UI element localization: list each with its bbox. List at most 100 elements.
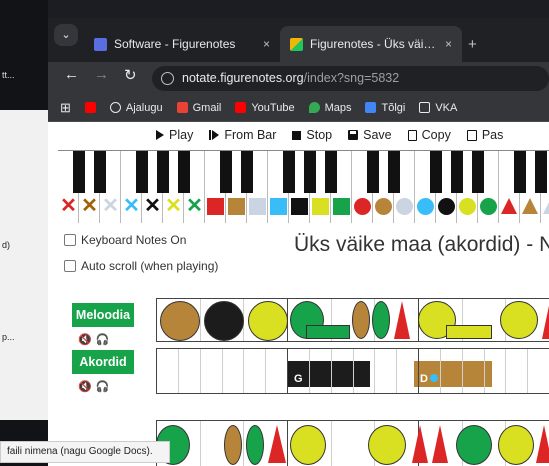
melody-note-circle[interactable]: [498, 425, 534, 465]
piano-black-key[interactable]: [241, 151, 253, 193]
melody-note-circle[interactable]: [160, 301, 200, 341]
close-tab-icon[interactable]: ×: [445, 37, 452, 51]
chords-staff[interactable]: G D: [156, 348, 549, 394]
melody-note-circle[interactable]: [352, 301, 370, 339]
melody-note-duration-bar[interactable]: [306, 325, 350, 339]
headphones-icon[interactable]: 🎧: [96, 380, 110, 393]
piano-black-key[interactable]: [451, 151, 463, 193]
auto-scroll-label: Auto scroll (when playing): [81, 259, 219, 273]
melody-note-circle[interactable]: [290, 425, 326, 465]
melody-staff[interactable]: [156, 298, 549, 342]
headphones-icon[interactable]: 🎧: [96, 333, 110, 346]
piano-keyboard[interactable]: ✕ ✕ ✕ ✕ ✕ ✕ ✕: [58, 150, 549, 224]
note-cross-icon: ✕: [102, 195, 119, 217]
lower-staff[interactable]: [156, 420, 549, 466]
bookmark-translate[interactable]: Tõlgi: [365, 102, 405, 114]
forward-arrow-icon[interactable]: →: [94, 66, 109, 83]
from-bar-button[interactable]: From Bar: [209, 128, 276, 142]
melody-note-circle[interactable]: [246, 425, 264, 465]
back-arrow-icon[interactable]: ←: [64, 66, 79, 83]
piano-black-key[interactable]: [73, 151, 85, 193]
piano-black-key[interactable]: [325, 151, 337, 193]
mute-icon[interactable]: 🔇: [78, 380, 92, 393]
note-circle-icon: [459, 198, 476, 215]
auto-scroll-checkbox[interactable]: [64, 260, 76, 272]
melody-note-triangle[interactable]: [536, 425, 549, 463]
melody-note-duration-bar[interactable]: [446, 325, 492, 339]
copy-label: Copy: [421, 128, 451, 142]
piano-black-key[interactable]: [430, 151, 442, 193]
melody-note-triangle[interactable]: [394, 301, 410, 339]
beat-line: [308, 349, 310, 393]
stop-button[interactable]: Stop: [292, 128, 332, 142]
background-window-text: p...: [2, 332, 15, 342]
keyboard-notes-checkbox[interactable]: [64, 234, 76, 246]
melody-track-button[interactable]: Meloodia: [72, 303, 134, 327]
close-tab-icon[interactable]: ×: [263, 37, 270, 51]
beat-line: [505, 349, 507, 393]
youtube-shortcut-icon[interactable]: [84, 102, 96, 113]
mute-icon[interactable]: 🔇: [78, 333, 92, 346]
bookmark-history[interactable]: Ajalugu: [109, 102, 163, 114]
piano-black-key[interactable]: [367, 151, 379, 193]
new-tab-button[interactable]: +: [468, 36, 477, 53]
melody-note-circle[interactable]: [500, 301, 538, 339]
chord-label: D: [420, 373, 428, 385]
address-bar[interactable]: notate.figurenotes.org/index?sng=5832: [152, 66, 549, 91]
chord-block-d[interactable]: D: [414, 361, 492, 387]
tab-search-button[interactable]: ⌄: [54, 24, 78, 46]
piano-black-key[interactable]: [178, 151, 190, 193]
tab-figurenotes-song[interactable]: Figurenotes - Üks väike maa (akordid) ×: [280, 26, 462, 62]
melody-note-circle[interactable]: [248, 301, 288, 341]
bar-line: [287, 421, 288, 466]
note-square-icon: [249, 198, 266, 215]
piano-black-key[interactable]: [514, 151, 526, 193]
piano-black-key[interactable]: [283, 151, 295, 193]
bookmark-gmail[interactable]: Gmail: [176, 102, 221, 114]
stop-label: Stop: [306, 128, 333, 142]
piano-black-key[interactable]: [136, 151, 148, 193]
piano-black-key[interactable]: [157, 151, 169, 193]
bar-line: [156, 299, 157, 341]
piano-black-key[interactable]: [388, 151, 400, 193]
melody-note-circle[interactable]: [368, 425, 406, 465]
bookmark-label: Tõlgi: [381, 101, 406, 114]
note-circle-icon: [396, 198, 413, 215]
melody-note-circle[interactable]: [204, 301, 244, 341]
bookmark-youtube[interactable]: YouTube: [235, 102, 295, 114]
keyboard-notes-option[interactable]: Keyboard Notes On: [64, 233, 186, 247]
save-button[interactable]: Save: [348, 128, 392, 142]
melody-note-circle[interactable]: [224, 425, 242, 465]
apps-grid-icon[interactable]: ⊞: [60, 100, 71, 116]
melody-note-triangle[interactable]: [432, 425, 448, 463]
melody-note-triangle[interactable]: [268, 425, 286, 463]
bass-note-dot: [429, 374, 438, 382]
note-cross-icon: ✕: [144, 195, 161, 217]
melody-note-circle[interactable]: [372, 301, 390, 339]
chords-track-button[interactable]: Akordid: [72, 350, 134, 374]
melody-note-triangle[interactable]: [542, 301, 549, 339]
chord-label: G: [294, 373, 303, 385]
reload-icon[interactable]: ↻: [124, 66, 137, 84]
piano-black-key[interactable]: [220, 151, 232, 193]
note-cross-icon: ✕: [60, 195, 77, 217]
chord-block-g[interactable]: G: [288, 361, 370, 387]
note-square-icon: [207, 198, 224, 215]
piano-black-key[interactable]: [304, 151, 316, 193]
auto-scroll-option[interactable]: Auto scroll (when playing): [64, 259, 218, 273]
bookmark-vka[interactable]: VKA: [419, 102, 457, 114]
piano-black-key[interactable]: [472, 151, 484, 193]
piano-black-key[interactable]: [535, 151, 547, 193]
note-triangle-icon: [501, 198, 517, 214]
melody-note-circle[interactable]: [456, 425, 492, 465]
melody-note-triangle[interactable]: [412, 425, 428, 463]
piano-black-key[interactable]: [94, 151, 106, 193]
copy-button[interactable]: Copy: [407, 128, 451, 142]
site-info-icon[interactable]: [161, 72, 174, 85]
paste-button[interactable]: Pas: [466, 128, 503, 142]
figurenotes-favicon-icon: [290, 37, 303, 51]
play-button[interactable]: Play: [156, 128, 193, 142]
bookmark-maps[interactable]: Maps: [308, 102, 351, 114]
tab-software[interactable]: Software - Figurenotes ×: [84, 26, 280, 62]
note-square-icon: [333, 198, 350, 215]
